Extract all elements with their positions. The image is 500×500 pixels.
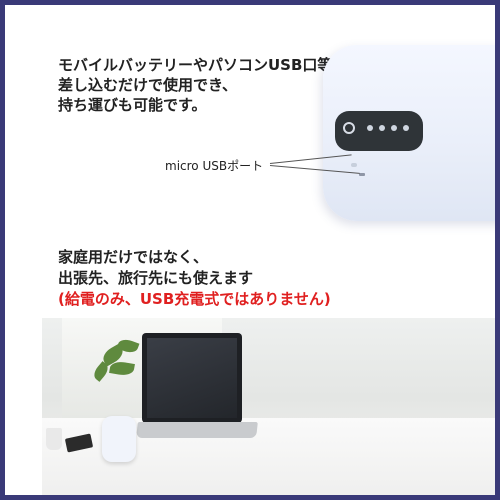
cup: [46, 428, 62, 450]
micro-usb-port: [351, 163, 357, 167]
device-control-panel: [335, 111, 423, 151]
port-callout-label: micro USBポート: [165, 159, 264, 173]
power-icon: [343, 122, 355, 134]
desk-scene-photo: [42, 318, 495, 495]
product-image-frame: モバイルバッテリーやパソコンUSB口等に 差し込むだけで使用でき、 持ち運びも可…: [0, 0, 500, 500]
led-indicator-1: [367, 125, 373, 131]
device-on-desk: [102, 416, 136, 462]
usb-port: [359, 173, 365, 176]
led-indicator-3: [391, 125, 397, 131]
laptop-screen: [142, 333, 242, 423]
led-indicator-2: [379, 125, 385, 131]
headline-line-3: 持ち運びも可能です。: [58, 96, 207, 114]
usage-note: (給電のみ、USB充電式ではありません): [58, 290, 331, 308]
laptop-display: [147, 338, 237, 418]
usage-text: 家庭用だけではなく、 出張先、旅行先にも使えます (給電のみ、USB充電式ではあ…: [58, 247, 331, 310]
laptop-keyboard: [136, 422, 258, 438]
led-indicator-4: [403, 125, 409, 131]
uv-sterilizer-device: [323, 45, 495, 221]
usage-line-2: 出張先、旅行先にも使えます: [58, 269, 254, 287]
headline: モバイルバッテリーやパソコンUSB口等に 差し込むだけで使用でき、 持ち運びも可…: [58, 55, 347, 115]
usage-line-1: 家庭用だけではなく、: [58, 248, 209, 266]
headline-line-1: モバイルバッテリーやパソコンUSB口等に: [58, 56, 348, 74]
headline-line-2: 差し込むだけで使用でき、: [58, 76, 237, 94]
